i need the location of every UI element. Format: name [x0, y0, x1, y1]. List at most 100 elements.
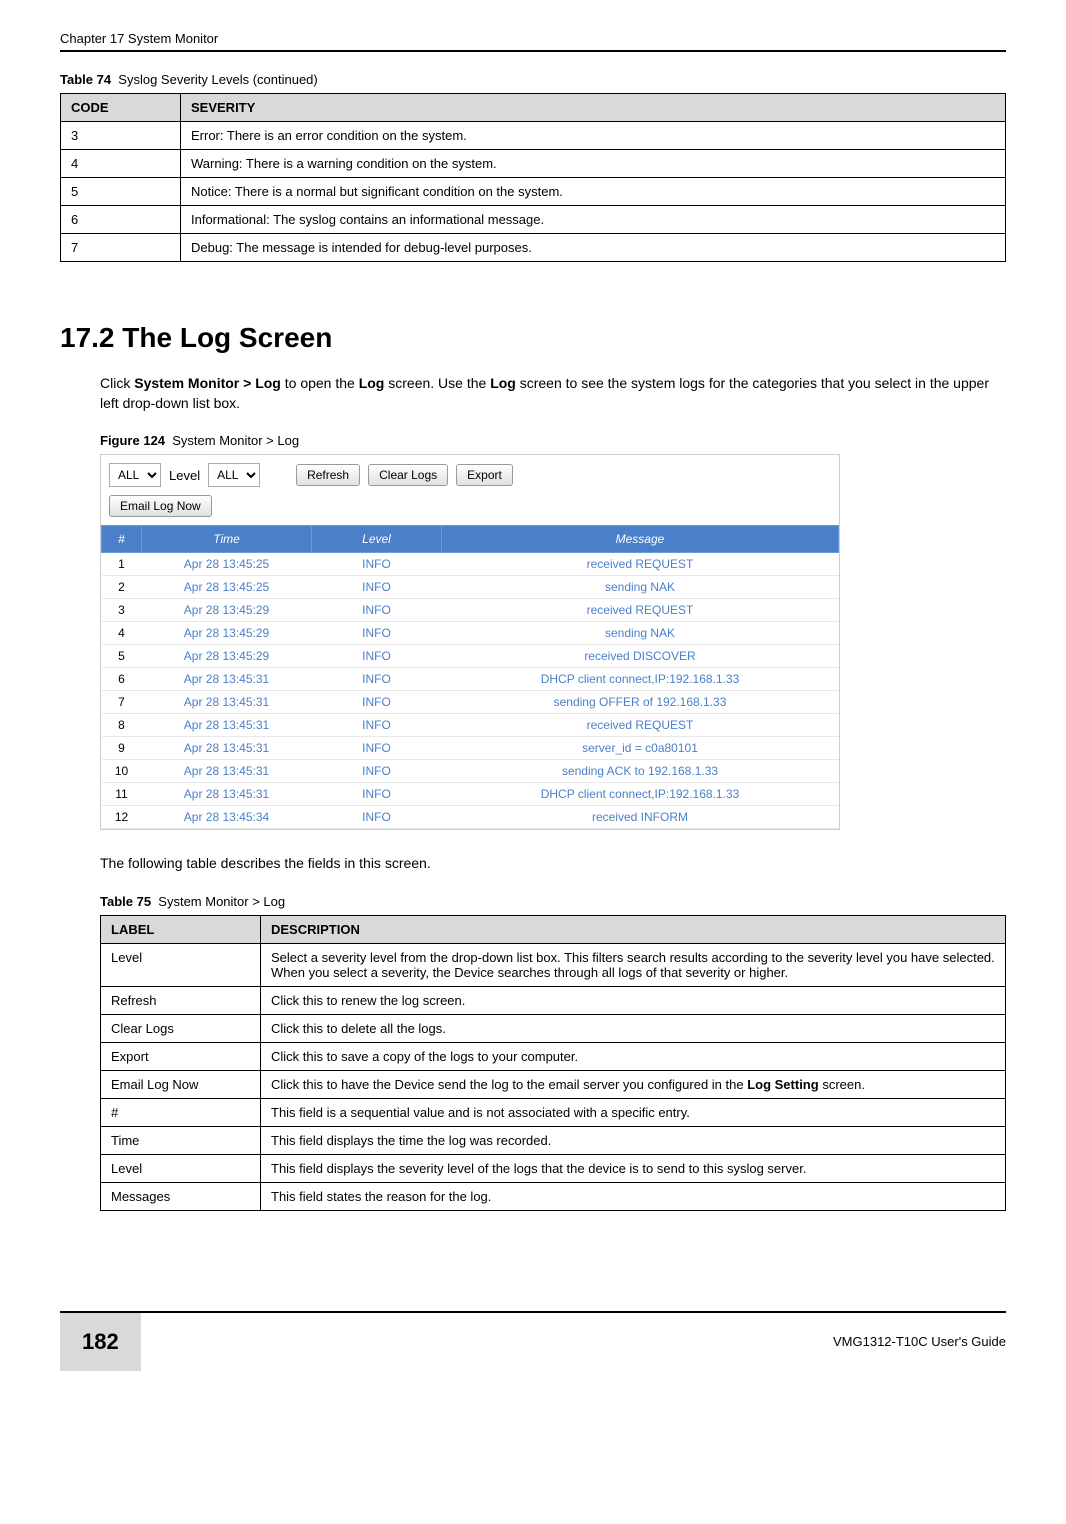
cell-level: INFO [312, 783, 442, 806]
cell-level: INFO [312, 576, 442, 599]
cell-label: Messages [101, 1182, 261, 1210]
cell-label: Level [101, 1154, 261, 1182]
cell-level: INFO [312, 737, 442, 760]
severity-table: CODE SEVERITY 3Error: There is an error … [60, 93, 1006, 262]
cell-level: INFO [312, 622, 442, 645]
log-row: 9Apr 28 13:45:31INFOserver_id = c0a80101 [102, 737, 839, 760]
cell-level: INFO [312, 691, 442, 714]
table75-label: Table 75 [100, 894, 151, 909]
chapter-title: Chapter 17 System Monitor [60, 31, 218, 46]
cell-code: 4 [61, 150, 181, 178]
table-row: 4Warning: There is a warning condition o… [61, 150, 1006, 178]
cell-time: Apr 28 13:45:25 [142, 553, 312, 576]
th-label: LABEL [101, 915, 261, 943]
log-row: 7Apr 28 13:45:31INFOsending OFFER of 192… [102, 691, 839, 714]
th-time: Time [142, 526, 312, 553]
cell-level: INFO [312, 645, 442, 668]
cell-description: This field is a sequential value and is … [261, 1098, 1006, 1126]
export-button[interactable]: Export [456, 464, 513, 486]
cell-message: sending NAK [442, 622, 839, 645]
cell-time: Apr 28 13:45:31 [142, 737, 312, 760]
figure-title-text: System Monitor > Log [172, 433, 299, 448]
cell-num: 8 [102, 714, 142, 737]
cell-label: Export [101, 1042, 261, 1070]
table-row: LevelThis field displays the severity le… [101, 1154, 1006, 1182]
cell-label: Level [101, 943, 261, 986]
log-row: 8Apr 28 13:45:31INFOreceived REQUEST [102, 714, 839, 737]
log-toolbar: ALL Level ALL Refresh Clear Logs Export [101, 455, 839, 495]
table-row: 5Notice: There is a normal but significa… [61, 178, 1006, 206]
table-row: LevelSelect a severity level from the dr… [101, 943, 1006, 986]
table-row: 3Error: There is an error condition on t… [61, 122, 1006, 150]
table74-title-text: Syslog Severity Levels (continued) [118, 72, 317, 87]
log-screenshot: ALL Level ALL Refresh Clear Logs Export … [100, 454, 840, 830]
table74-caption: Table 74 Syslog Severity Levels (continu… [60, 72, 1006, 87]
cell-label: # [101, 1098, 261, 1126]
refresh-button[interactable]: Refresh [296, 464, 360, 486]
cell-time: Apr 28 13:45:34 [142, 806, 312, 829]
cell-message: DHCP client connect,IP:192.168.1.33 [442, 783, 839, 806]
cell-message: received DISCOVER [442, 645, 839, 668]
cell-description: This field displays the time the log was… [261, 1126, 1006, 1154]
cell-time: Apr 28 13:45:31 [142, 760, 312, 783]
cell-num: 10 [102, 760, 142, 783]
table75-intro: The following table describes the fields… [100, 854, 1006, 874]
cell-time: Apr 28 13:45:31 [142, 668, 312, 691]
cell-num: 4 [102, 622, 142, 645]
cell-message: received REQUEST [442, 553, 839, 576]
cell-severity: Notice: There is a normal but significan… [181, 178, 1006, 206]
cell-description: Click this to save a copy of the logs to… [261, 1042, 1006, 1070]
cell-num: 1 [102, 553, 142, 576]
table-row: 6Informational: The syslog contains an i… [61, 206, 1006, 234]
log-row: 1Apr 28 13:45:25INFOreceived REQUEST [102, 553, 839, 576]
cell-code: 7 [61, 234, 181, 262]
th-level: Level [312, 526, 442, 553]
cell-label: Time [101, 1126, 261, 1154]
cell-level: INFO [312, 599, 442, 622]
table-row: Email Log NowClick this to have the Devi… [101, 1070, 1006, 1098]
email-log-now-button[interactable]: Email Log Now [109, 495, 212, 517]
table-row: RefreshClick this to renew the log scree… [101, 986, 1006, 1014]
cell-message: sending ACK to 192.168.1.33 [442, 760, 839, 783]
description-table: LABEL DESCRIPTION LevelSelect a severity… [100, 915, 1006, 1211]
cell-time: Apr 28 13:45:29 [142, 599, 312, 622]
cell-description: This field displays the severity level o… [261, 1154, 1006, 1182]
log-row: 6Apr 28 13:45:31INFODHCP client connect,… [102, 668, 839, 691]
cell-description: Click this to have the Device send the l… [261, 1070, 1006, 1098]
guide-name: VMG1312-T10C User's Guide [833, 1334, 1006, 1349]
cell-level: INFO [312, 714, 442, 737]
level-select[interactable]: ALL [208, 463, 260, 487]
cell-severity: Informational: The syslog contains an in… [181, 206, 1006, 234]
figure-label: Figure 124 [100, 433, 165, 448]
table-row: 7Debug: The message is intended for debu… [61, 234, 1006, 262]
clear-logs-button[interactable]: Clear Logs [368, 464, 448, 486]
table-row: MessagesThis field states the reason for… [101, 1182, 1006, 1210]
page-header: Chapter 17 System Monitor [60, 30, 1006, 52]
cell-code: 5 [61, 178, 181, 206]
level-label: Level [169, 468, 200, 483]
cell-num: 3 [102, 599, 142, 622]
cell-num: 6 [102, 668, 142, 691]
log-row: 2Apr 28 13:45:25INFOsending NAK [102, 576, 839, 599]
table74-label: Table 74 [60, 72, 111, 87]
table75-caption: Table 75 System Monitor > Log [100, 894, 1006, 909]
cell-num: 7 [102, 691, 142, 714]
log-row: 5Apr 28 13:45:29INFOreceived DISCOVER [102, 645, 839, 668]
cell-num: 5 [102, 645, 142, 668]
table-row: #This field is a sequential value and is… [101, 1098, 1006, 1126]
log-row: 11Apr 28 13:45:31INFODHCP client connect… [102, 783, 839, 806]
cell-message: DHCP client connect,IP:192.168.1.33 [442, 668, 839, 691]
cell-label: Refresh [101, 986, 261, 1014]
category-select[interactable]: ALL [109, 463, 161, 487]
cell-description: Click this to renew the log screen. [261, 986, 1006, 1014]
cell-severity: Debug: The message is intended for debug… [181, 234, 1006, 262]
log-row: 3Apr 28 13:45:29INFOreceived REQUEST [102, 599, 839, 622]
cell-severity: Warning: There is a warning condition on… [181, 150, 1006, 178]
cell-message: sending NAK [442, 576, 839, 599]
th-message: Message [442, 526, 839, 553]
log-row: 4Apr 28 13:45:29INFOsending NAK [102, 622, 839, 645]
log-table: # Time Level Message 1Apr 28 13:45:25INF… [101, 525, 839, 829]
table-row: TimeThis field displays the time the log… [101, 1126, 1006, 1154]
cell-time: Apr 28 13:45:31 [142, 783, 312, 806]
cell-message: sending OFFER of 192.168.1.33 [442, 691, 839, 714]
